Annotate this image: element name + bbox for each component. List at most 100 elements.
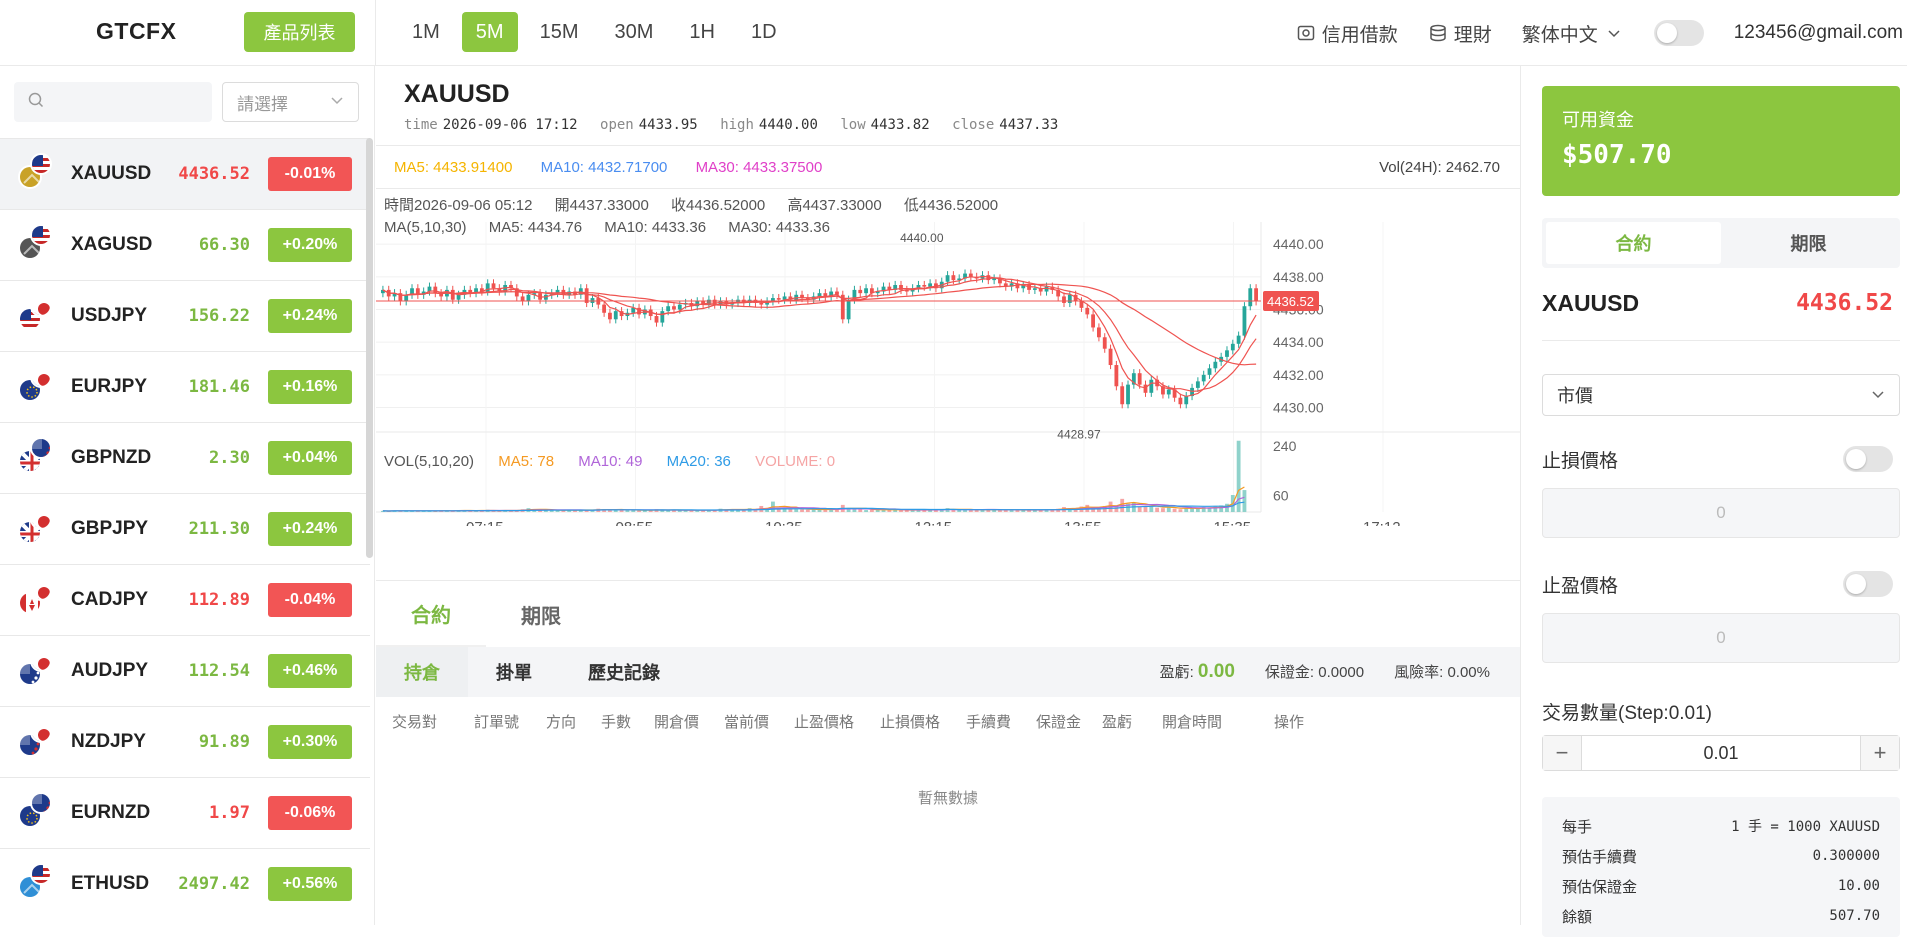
tab-term[interactable]: 期限 (486, 581, 596, 647)
symbol-row[interactable]: GBPNZD 2.30 +0.04% (0, 422, 370, 493)
tab-history[interactable]: 歷史記錄 (560, 647, 688, 697)
tab-pending-orders[interactable]: 掛單 (468, 647, 560, 697)
candle (1254, 288, 1258, 302)
timeframe-1m[interactable]: 1M (398, 12, 454, 52)
volume-tick-label: 240 (1273, 438, 1297, 454)
info-row: 預估保證金 10.00 (1562, 871, 1880, 901)
take-profit-toggle[interactable] (1843, 571, 1893, 597)
symbol-price: 66.30 (198, 235, 250, 255)
product-list-button[interactable]: 產品列表 (244, 12, 355, 52)
candle (1137, 373, 1142, 385)
candle (456, 294, 461, 300)
symbol-sidebar: 請選擇 XAUUSD 4436.52 -0.01% XAGUSD 66.30 +… (0, 66, 375, 925)
symbol-change-badge: +0.04% (268, 441, 352, 475)
kline-info: 時間2026-09-06 05:12 開4437.33000 收4436.520… (384, 195, 1016, 239)
candle (1236, 335, 1241, 344)
timeframe-5m[interactable]: 5M (461, 12, 518, 52)
ma30-info: MA30: 4433.36 (728, 219, 830, 236)
user-email[interactable]: 123456@gmail.com (1734, 22, 1903, 44)
symbol-row[interactable]: AUDJPY 112.54 +0.46% (0, 635, 370, 706)
column-header: 手續費 (966, 713, 1012, 731)
no-data-text: 暫無數據 (917, 790, 978, 807)
language-select[interactable]: 繁体中文 (1522, 20, 1624, 47)
order-panel: 可用資金 $507.70 合約 期限 XAUUSD 4436.52 市價 止損價… (1520, 66, 1907, 937)
symbol-row[interactable]: EURJPY 181.46 +0.16% (0, 351, 370, 422)
credit-loan-link[interactable]: 信用借款 (1296, 20, 1398, 47)
tab-positions[interactable]: 持倉 (376, 647, 468, 697)
currency-flags-icon (18, 508, 52, 548)
symbol-row[interactable]: NZDJPY 91.89 +0.30% (0, 706, 370, 777)
info-value: 1 手 = 1000 XAUUSD (1731, 819, 1880, 835)
order-type-select[interactable]: 市價 (1542, 374, 1900, 416)
candle (776, 298, 781, 300)
timeframe-15m[interactable]: 15M (526, 12, 593, 52)
candle (1149, 379, 1154, 393)
symbol-change-badge: -0.06% (268, 796, 352, 830)
decrease-button[interactable]: − (1543, 736, 1581, 770)
divider (376, 145, 1520, 146)
current-price-label: 4436.52 (1267, 294, 1314, 309)
timeframe-1d[interactable]: 1D (737, 12, 791, 52)
candle (1085, 307, 1090, 315)
tab-term-order[interactable]: 期限 (1721, 222, 1896, 264)
candle (1242, 306, 1247, 336)
column-header: 方向 (546, 713, 577, 731)
candle (922, 285, 927, 287)
order-symbol: XAUUSD (1542, 290, 1640, 316)
pnl-label: 盈虧: (1159, 664, 1194, 681)
search-box[interactable] (14, 82, 212, 122)
info-value: 10.00 (1837, 878, 1880, 894)
symbol-change-badge: +0.16% (268, 370, 352, 404)
symbol-change-badge: +0.30% (268, 725, 352, 759)
stop-loss-input[interactable]: 0 (1542, 488, 1900, 538)
take-profit-input[interactable]: 0 (1542, 613, 1900, 663)
stop-loss-toggle[interactable] (1843, 446, 1893, 472)
scrollbar[interactable] (366, 138, 373, 558)
candle (666, 306, 671, 312)
quote-currency-flag-icon (30, 224, 52, 246)
chevron-down-icon (330, 92, 344, 112)
info-row: 每手 1 手 = 1000 XAUUSD (1562, 811, 1880, 841)
info-value: 507.70 (1829, 908, 1880, 924)
x-tick-label: 15:35 (1214, 519, 1252, 526)
ohlc-high: 4440.00 (758, 117, 818, 133)
finance-label: 理財 (1453, 24, 1492, 46)
symbol-row[interactable]: CADJPY 112.89 -0.04% (0, 564, 370, 635)
timeframe-30m[interactable]: 30M (601, 12, 668, 52)
symbol-price: 112.54 (188, 661, 250, 681)
ohlc-open-label: open (600, 117, 634, 133)
category-select[interactable]: 請選擇 (222, 82, 359, 122)
tab-contract[interactable]: 合約 (376, 581, 486, 647)
symbol-row[interactable]: ETHUSD 2497.42 +0.56% (0, 848, 370, 919)
candle (706, 299, 711, 305)
quantity-input[interactable]: 0.01 (1581, 736, 1861, 770)
ma30-legend: MA30: 4433.37500 (695, 159, 823, 176)
candle (1225, 350, 1229, 357)
column-header: 保證金 (1036, 713, 1082, 731)
quote-currency-flag-icon (30, 579, 52, 601)
symbol-row[interactable]: XAUUSD 4436.52 -0.01% (0, 138, 370, 209)
finance-link[interactable]: 理財 (1428, 20, 1492, 47)
account-summary: 盈虧: 0.00 保證金: 0.0000 風險率: 0.00% (1160, 661, 1490, 683)
symbol-row[interactable]: XAGUSD 66.30 +0.20% (0, 209, 370, 280)
tab-contract-order[interactable]: 合約 (1546, 222, 1721, 264)
theme-toggle[interactable] (1653, 20, 1704, 46)
volume-bar (904, 510, 909, 512)
symbol-row[interactable]: EURNZD 1.97 -0.06% (0, 777, 370, 848)
order-info-box: 每手 1 手 = 1000 XAUUSD 預估手續費 0.300000 預估保證金 10.… (1542, 797, 1900, 937)
order-price: 4436.52 (1796, 290, 1893, 316)
vol-24h: Vol(24H): 2462.70 (1379, 159, 1500, 176)
vol-volume: VOLUME: 0 (755, 453, 836, 470)
candle (654, 316, 659, 323)
symbol-row[interactable]: GBPJPY 211.30 +0.24% (0, 493, 370, 564)
vol-ma5: MA5: 78 (498, 453, 555, 470)
volume-bar (1021, 510, 1026, 512)
search-input[interactable] (52, 93, 202, 111)
candle (433, 286, 438, 294)
symbol-row[interactable]: USDJPY 156.22 +0.24% (0, 280, 370, 351)
volume-bar (963, 510, 967, 512)
ohlc-low: 4433.82 (870, 117, 930, 133)
ohlc-open: 4433.95 (638, 117, 698, 133)
increase-button[interactable]: + (1861, 736, 1899, 770)
timeframe-1h[interactable]: 1H (675, 12, 729, 52)
